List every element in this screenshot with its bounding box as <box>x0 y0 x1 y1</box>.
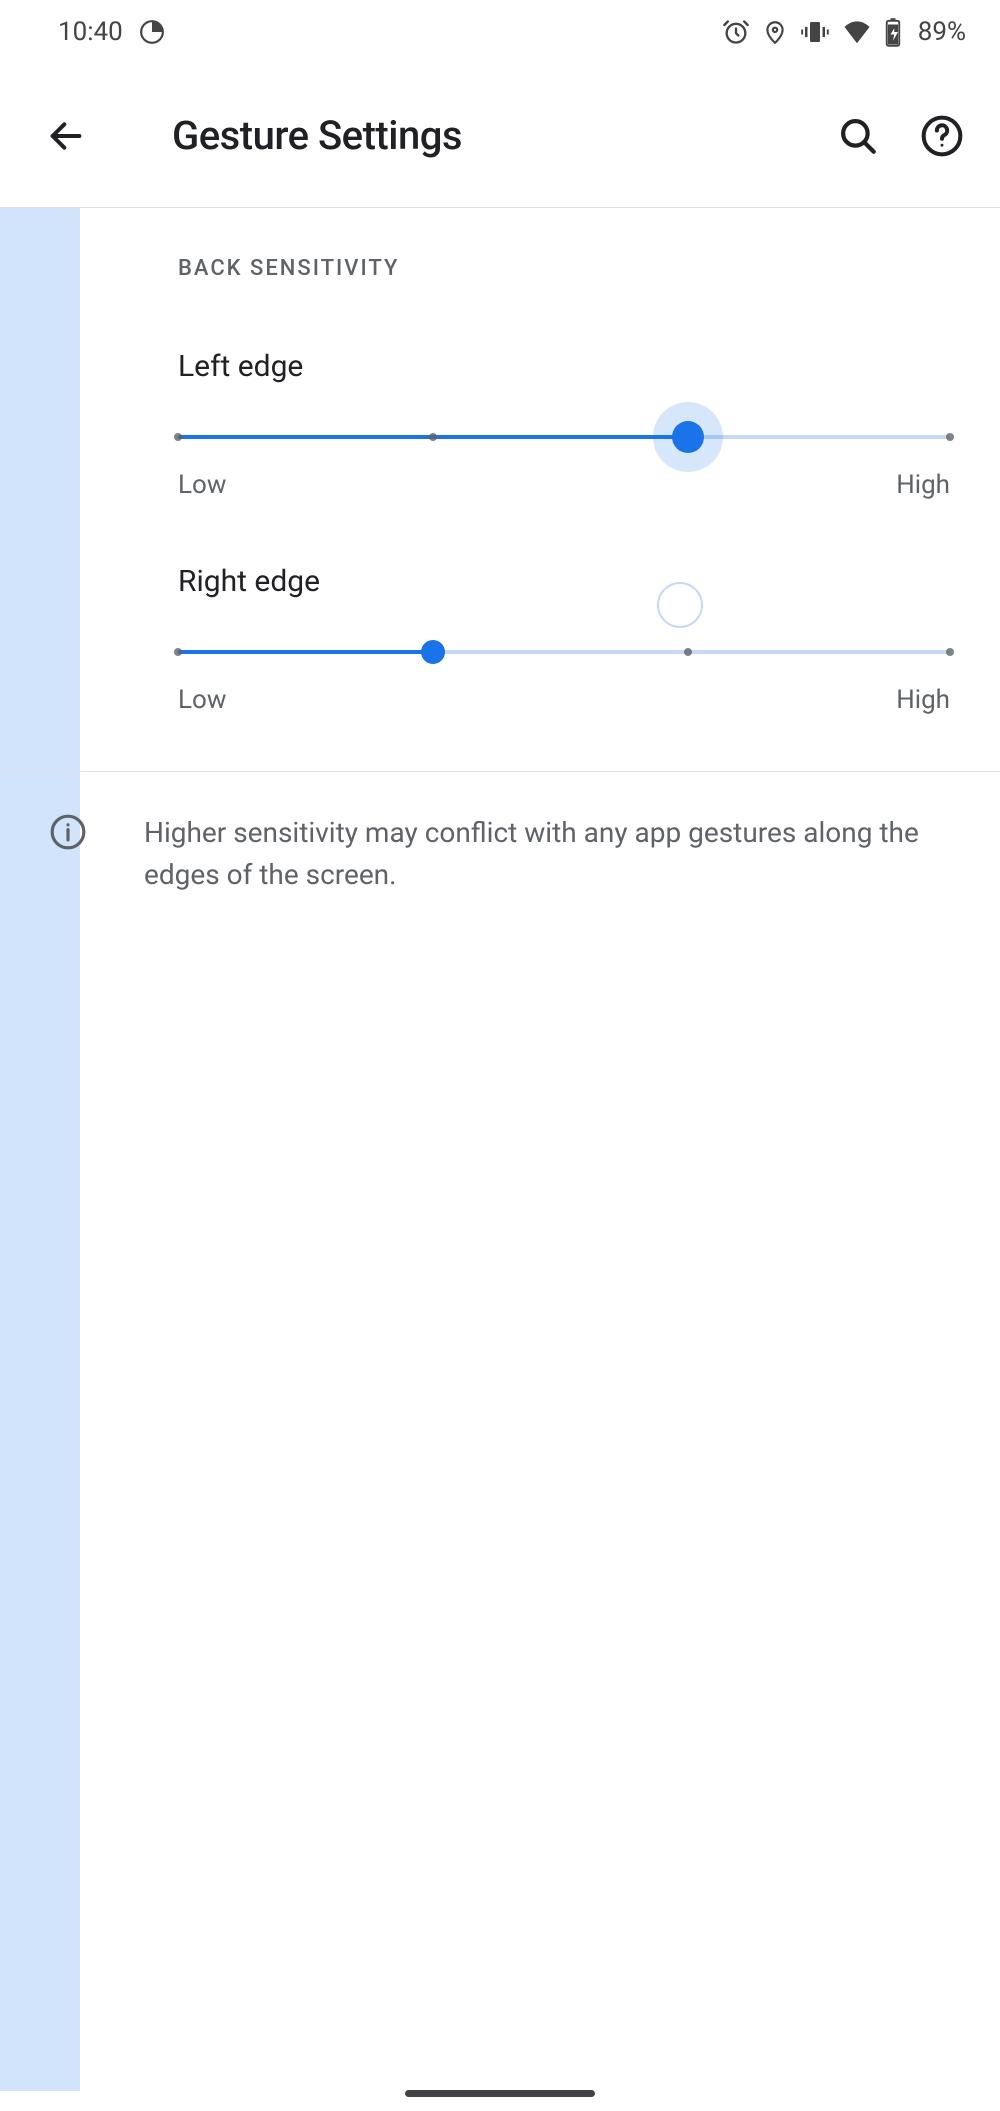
right-edge-low-label: Low <box>178 685 226 715</box>
vibrate-icon <box>800 17 830 47</box>
right-edge-slider-block: Right edge Low High <box>178 564 950 715</box>
wifi-icon <box>842 17 872 47</box>
section-label: BACK SENSITIVITY <box>178 256 950 281</box>
help-button[interactable] <box>912 106 972 166</box>
search-button[interactable] <box>828 106 888 166</box>
home-indicator[interactable] <box>405 2090 595 2097</box>
right-edge-ghost-thumb <box>657 582 703 628</box>
info-icon <box>48 812 88 852</box>
page-title: Gesture Settings <box>172 112 804 159</box>
battery-icon <box>884 17 902 47</box>
alarm-icon <box>722 18 750 46</box>
divider <box>0 771 1000 772</box>
right-edge-slider[interactable] <box>178 639 950 665</box>
battery-percentage: 89% <box>918 17 966 47</box>
left-edge-slider[interactable] <box>178 424 950 450</box>
left-edge-slider-thumb[interactable] <box>672 421 704 453</box>
right-edge-slider-thumb[interactable] <box>421 640 445 664</box>
back-button[interactable] <box>40 110 92 162</box>
left-edge-slider-title: Left edge <box>178 349 950 384</box>
status-bar: 10:40 <box>0 0 1000 64</box>
info-text: Higher sensitivity may conflict with any… <box>144 812 950 896</box>
right-edge-slider-title: Right edge <box>178 564 950 599</box>
left-edge-high-label: High <box>896 470 950 500</box>
app-bar: Gesture Settings <box>0 64 1000 208</box>
right-edge-high-label: High <box>896 685 950 715</box>
data-saver-icon <box>139 19 165 45</box>
status-time: 10:40 <box>58 17 123 47</box>
location-icon <box>762 19 788 45</box>
left-edge-low-label: Low <box>178 470 226 500</box>
left-edge-slider-block: Left edge Low High <box>178 349 950 500</box>
